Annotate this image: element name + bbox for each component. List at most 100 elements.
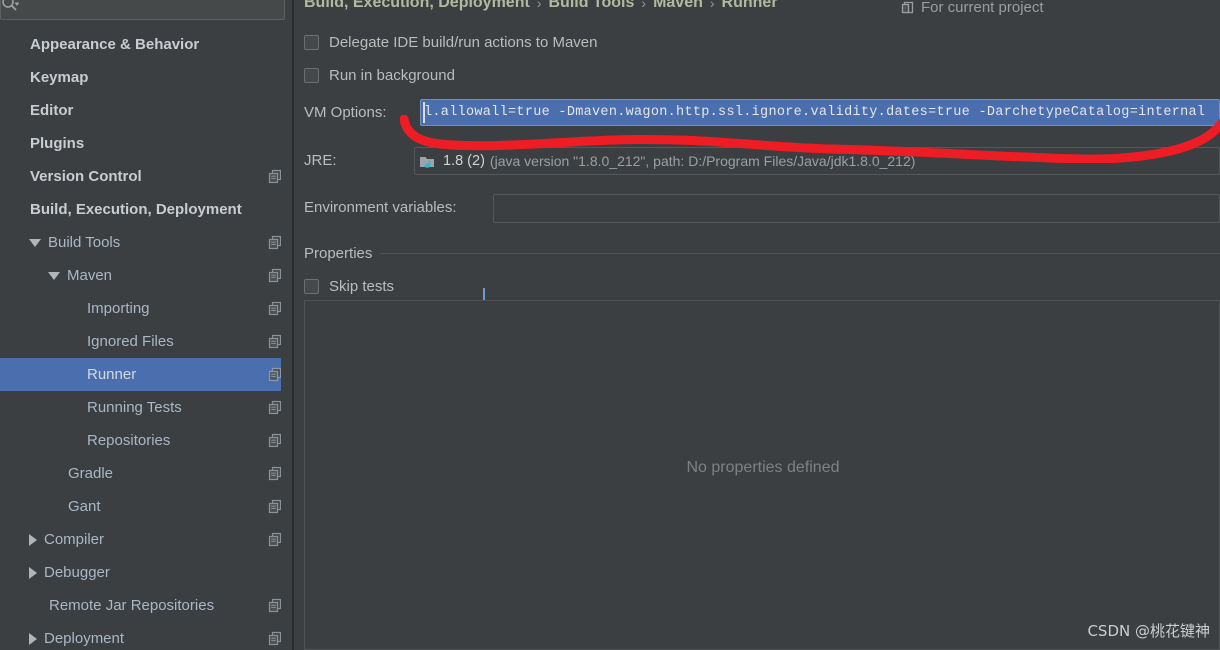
breadcrumb-separator: ›	[709, 0, 715, 11]
sidebar-item-running-tests[interactable]: Running Tests	[0, 391, 293, 424]
properties-group-divider	[380, 253, 1220, 254]
sidebar-item-label: Build Tools	[48, 234, 121, 251]
sidebar-item-gant[interactable]: Gant	[0, 490, 293, 523]
breadcrumb-crumb[interactable]: Build, Execution, Deployment	[304, 0, 530, 12]
sidebar-item-label: Plugins	[30, 135, 85, 152]
breadcrumb-crumb[interactable]: Runner	[722, 0, 778, 12]
sidebar-item-label: Debugger	[44, 564, 110, 581]
search-input[interactable]	[19, 0, 284, 19]
sidebar-item-label: Build, Execution, Deployment	[30, 201, 242, 218]
sidebar-item-label: Remote Jar Repositories	[49, 597, 215, 614]
chevron-right-icon[interactable]	[29, 566, 37, 579]
scope-indicator: For current project	[901, 0, 1044, 16]
sidebar-item-build-tools[interactable]: Build Tools	[0, 226, 293, 259]
sidebar-item-appearance-behavior[interactable]: Appearance & Behavior	[0, 28, 293, 61]
sidebar-item-deployment[interactable]: Deployment	[0, 622, 293, 650]
delegate-ide-build-checkbox-row[interactable]: Delegate IDE build/run actions to Maven	[304, 34, 597, 51]
jre-label: JRE:	[304, 152, 337, 169]
skip-tests-checkbox-row[interactable]: Skip tests	[304, 278, 394, 295]
sidebar-item-repositories[interactable]: Repositories	[0, 424, 293, 457]
breadcrumb-crumb[interactable]: Build Tools	[548, 0, 634, 12]
sidebar-item-keymap[interactable]: Keymap	[0, 61, 293, 94]
properties-table[interactable]: No properties defined	[304, 300, 1220, 650]
chevron-right-icon[interactable]	[29, 632, 37, 645]
chevron-down-icon[interactable]	[29, 238, 41, 247]
jdk-folder-icon	[419, 154, 436, 169]
search-icon	[1, 0, 19, 13]
jre-combobox[interactable]: 1.8 (2) (java version "1.8.0_212", path:…	[414, 147, 1220, 175]
sidebar-item-editor[interactable]: Editor	[0, 94, 293, 127]
sidebar-item-build-execution-deployment[interactable]: Build, Execution, Deployment	[0, 193, 293, 226]
sidebar-item-gradle[interactable]: Gradle	[0, 457, 293, 490]
sidebar-item-runner[interactable]: Runner	[0, 358, 293, 391]
properties-group-title: Properties	[304, 245, 373, 262]
vm-options-input[interactable]: l.allowall=true -Dmaven.wagon.http.ssl.i…	[420, 99, 1220, 126]
run-in-background-checkbox-row[interactable]: Run in background	[304, 67, 455, 84]
sidebar-item-label: Editor	[30, 102, 74, 119]
sidebar-item-label: Deployment	[44, 630, 125, 647]
sidebar-item-label: Keymap	[30, 69, 89, 86]
sidebar-item-label: Compiler	[44, 531, 105, 548]
properties-group-header: Properties	[304, 245, 1220, 262]
delegate-ide-build-checkbox[interactable]	[304, 35, 319, 50]
breadcrumb: Build, Execution, Deployment › Build Tools…	[304, 0, 778, 12]
sidebar-item-ignored-files[interactable]: Ignored Files	[0, 325, 293, 358]
sidebar-item-label: Gradle	[68, 465, 114, 482]
scope-label: For current project	[921, 0, 1044, 16]
breadcrumb-separator: ›	[641, 0, 647, 11]
project-scope-icon	[901, 1, 915, 15]
environment-variables-label: Environment variables:	[304, 199, 457, 216]
sidebar-item-debugger[interactable]: Debugger	[0, 556, 293, 589]
chevron-right-icon[interactable]	[29, 533, 37, 546]
jre-detail: (java version "1.8.0_212", path: D:/Prog…	[489, 153, 916, 169]
properties-empty-message: No properties defined	[686, 459, 840, 476]
vm-options-value: l.allowall=true -Dmaven.wagon.http.ssl.i…	[424, 105, 1206, 120]
sidebar-item-importing[interactable]: Importing	[0, 292, 293, 325]
sidebar-item-label: Importing	[87, 300, 150, 317]
sidebar-item-remote-jar-repositories[interactable]: Remote Jar Repositories	[0, 589, 293, 622]
sidebar-item-version-control[interactable]: Version Control	[0, 160, 293, 193]
sidebar-item-maven[interactable]: Maven	[0, 259, 293, 292]
environment-variables-input[interactable]	[493, 194, 1220, 223]
breadcrumb-crumb[interactable]: Maven	[653, 0, 703, 12]
skip-tests-label: Skip tests	[329, 278, 395, 295]
settings-search-box[interactable]	[0, 0, 285, 20]
delegate-ide-build-label: Delegate IDE build/run actions to Maven	[329, 34, 598, 51]
sidebar-item-label: Repositories	[87, 432, 171, 449]
run-in-background-label: Run in background	[329, 67, 455, 84]
sidebar-item-label: Running Tests	[87, 399, 182, 416]
skip-tests-checkbox[interactable]	[304, 279, 319, 294]
settings-dialog: Appearance & Behavior Keymap Editor Plugins…	[0, 0, 1220, 650]
vm-options-label: VM Options:	[304, 104, 387, 121]
sidebar-item-label: Version Control	[30, 168, 142, 185]
text-caret	[423, 102, 425, 123]
chevron-down-icon[interactable]	[48, 271, 60, 280]
settings-tree: Appearance & Behavior Keymap Editor Plugins…	[0, 28, 293, 650]
settings-sidebar: Appearance & Behavior Keymap Editor Plugins…	[0, 0, 572, 650]
sidebar-item-label: Maven	[67, 267, 113, 284]
sidebar-item-label: Ignored Files	[87, 333, 174, 350]
run-in-background-checkbox[interactable]	[304, 68, 319, 83]
settings-main-panel: Build, Execution, Deployment › Build Tools…	[294, 0, 1220, 650]
breadcrumb-separator: ›	[536, 0, 542, 11]
sidebar-item-label: Gant	[68, 498, 101, 515]
sidebar-item-label: Appearance & Behavior	[30, 36, 200, 53]
sidebar-item-compiler[interactable]: Compiler	[0, 523, 293, 556]
sidebar-item-plugins[interactable]: Plugins	[0, 127, 293, 160]
sidebar-scrollbar-track[interactable]	[281, 22, 572, 650]
sidebar-item-label: Runner	[87, 366, 137, 383]
